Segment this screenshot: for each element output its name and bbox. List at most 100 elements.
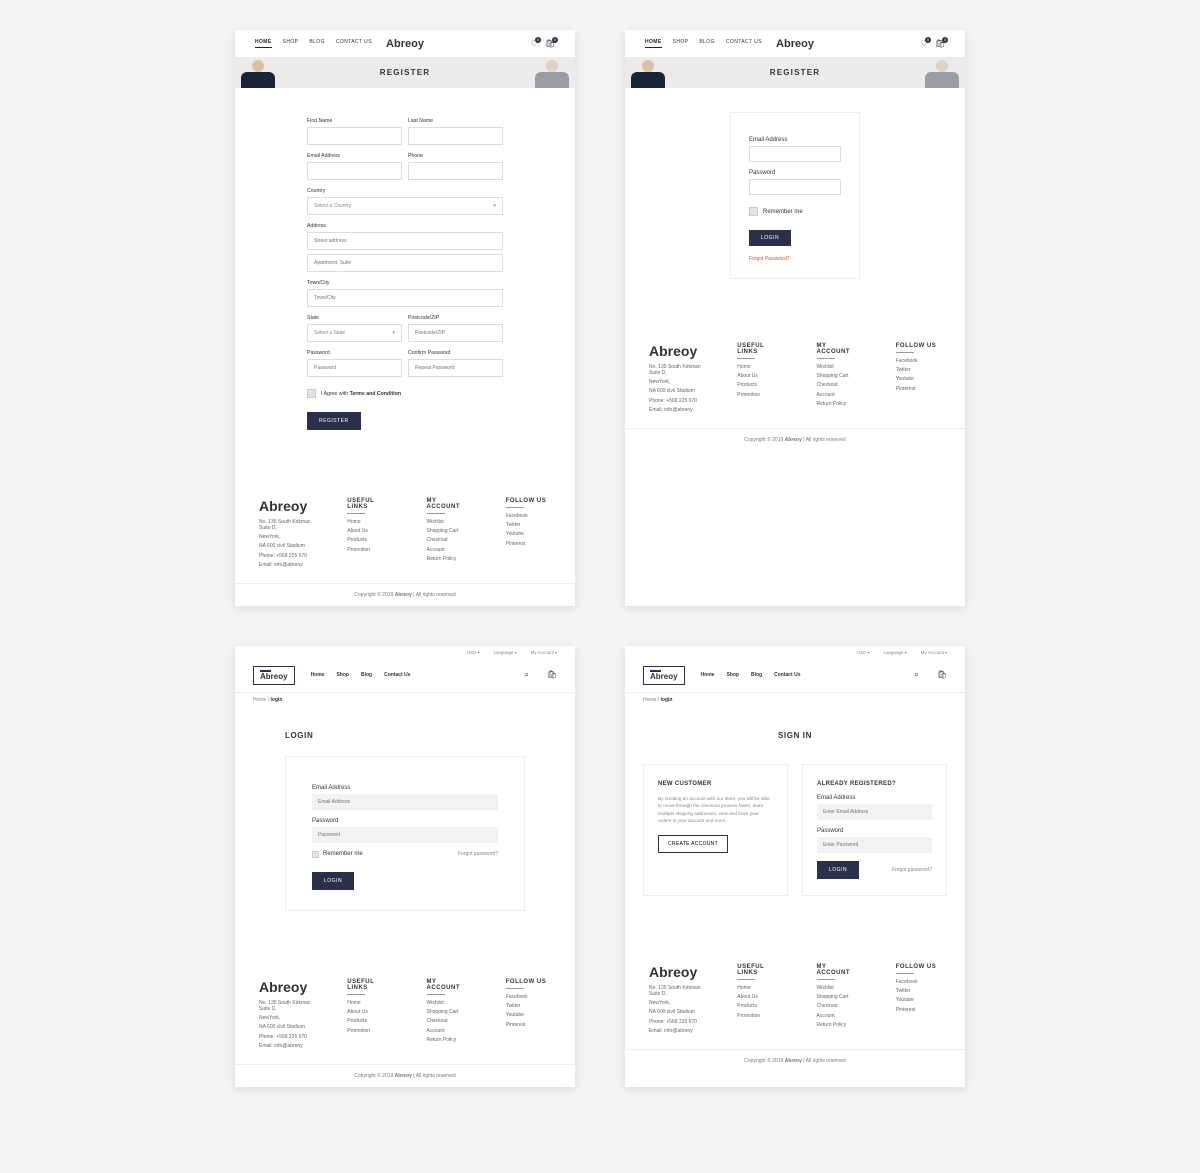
nav-shop[interactable]: SHOP: [673, 39, 689, 48]
nav-shop[interactable]: Shop: [726, 672, 739, 678]
footer-link[interactable]: Home: [737, 985, 782, 991]
footer-link[interactable]: Products: [347, 1018, 392, 1024]
footer-link[interactable]: About Us: [347, 1009, 392, 1015]
footer-link[interactable]: Wishlist: [817, 985, 862, 991]
footer-link[interactable]: Products: [347, 537, 392, 543]
apartment-input[interactable]: [307, 254, 503, 272]
brand-logo[interactable]: Abreoy: [386, 38, 424, 50]
search-icon[interactable]: ⌕: [524, 670, 528, 680]
footer-link[interactable]: Account: [427, 547, 472, 553]
footer-link[interactable]: Twitter: [506, 1003, 551, 1009]
password-input[interactable]: [817, 837, 932, 853]
footer-link[interactable]: Home: [347, 1000, 392, 1006]
nav-shop[interactable]: SHOP: [283, 39, 299, 48]
forgot-password-link[interactable]: Forgot Password?: [749, 256, 790, 262]
footer-link[interactable]: Return Policy: [817, 1022, 862, 1028]
password-input[interactable]: [312, 827, 498, 843]
terms-link[interactable]: Terms and Condition: [350, 391, 402, 397]
language-select[interactable]: Language: [493, 650, 516, 655]
footer-link[interactable]: Promotion: [347, 547, 392, 553]
email-input[interactable]: [817, 804, 932, 820]
footer-link[interactable]: Promotion: [737, 392, 782, 398]
footer-link[interactable]: Youtube: [506, 531, 551, 537]
email-input[interactable]: [307, 162, 402, 180]
footer-link[interactable]: Facebook: [506, 513, 551, 519]
footer-link[interactable]: About Us: [347, 528, 392, 534]
breadcrumb-home[interactable]: Home: [253, 697, 266, 703]
footer-link[interactable]: Promotion: [737, 1013, 782, 1019]
last-name-input[interactable]: [408, 127, 503, 145]
footer-link[interactable]: Youtube: [896, 376, 941, 382]
footer-link[interactable]: Home: [737, 364, 782, 370]
account-menu[interactable]: My Account: [921, 650, 947, 655]
currency-select[interactable]: USD: [467, 650, 480, 655]
nav-home[interactable]: HOME: [645, 39, 662, 48]
footer-link[interactable]: Checkout: [817, 382, 862, 388]
currency-select[interactable]: USD: [857, 650, 870, 655]
footer-link[interactable]: Wishlist: [817, 364, 862, 370]
footer-link[interactable]: Youtube: [506, 1012, 551, 1018]
nav-blog[interactable]: Blog: [361, 672, 372, 678]
footer-link[interactable]: Checkout: [427, 1018, 472, 1024]
footer-link[interactable]: Products: [737, 1003, 782, 1009]
brand-logo[interactable]: Abreoy: [253, 666, 295, 685]
footer-link[interactable]: Pinterest: [896, 386, 941, 392]
footer-link[interactable]: Twitter: [896, 367, 941, 373]
footer-link[interactable]: Promotion: [347, 1028, 392, 1034]
cart-icon[interactable]: 🛍: [937, 670, 947, 680]
wishlist-icon[interactable]: ♡0: [921, 39, 928, 48]
register-submit-button[interactable]: REGISTER: [307, 412, 361, 430]
search-icon[interactable]: ⌕: [914, 670, 918, 680]
nav-contact[interactable]: CONTACT US: [726, 39, 762, 48]
forgot-password-link[interactable]: Forgot password?: [892, 867, 932, 873]
footer-link[interactable]: Shopping Cart: [427, 1009, 472, 1015]
email-input[interactable]: [312, 794, 498, 810]
first-name-input[interactable]: [307, 127, 402, 145]
footer-link[interactable]: Shopping Cart: [427, 528, 472, 534]
brand-logo[interactable]: Abreoy: [776, 38, 814, 50]
footer-link[interactable]: Facebook: [896, 979, 941, 985]
create-account-button[interactable]: CREATE ACCOUNT: [658, 835, 728, 853]
state-select[interactable]: Select a State▾: [307, 324, 402, 342]
country-select[interactable]: Select a Country▾: [307, 197, 503, 215]
login-button[interactable]: LOGIN: [749, 230, 791, 246]
phone-input[interactable]: [408, 162, 503, 180]
footer-link[interactable]: Checkout: [817, 1003, 862, 1009]
town-input[interactable]: [307, 289, 503, 307]
login-button[interactable]: LOGIN: [817, 861, 859, 879]
footer-link[interactable]: Account: [427, 1028, 472, 1034]
nav-contact[interactable]: Contact Us: [384, 672, 410, 678]
password-input[interactable]: [307, 359, 402, 377]
nav-home[interactable]: Home: [311, 672, 325, 678]
footer-link[interactable]: Pinterest: [896, 1007, 941, 1013]
footer-link[interactable]: Products: [737, 382, 782, 388]
nav-home[interactable]: Home: [701, 672, 715, 678]
nav-blog[interactable]: BLOG: [699, 39, 715, 48]
cart-icon[interactable]: 🛍0: [545, 39, 555, 48]
language-select[interactable]: Language: [883, 650, 906, 655]
footer-link[interactable]: Wishlist: [427, 519, 472, 525]
nav-blog[interactable]: BLOG: [309, 39, 325, 48]
remember-checkbox[interactable]: [749, 207, 758, 216]
remember-checkbox[interactable]: [312, 851, 319, 858]
terms-checkbox[interactable]: [307, 389, 316, 398]
nav-shop[interactable]: Shop: [336, 672, 349, 678]
footer-link[interactable]: About Us: [737, 994, 782, 1000]
login-button[interactable]: LOGIN: [312, 872, 354, 890]
footer-link[interactable]: Pinterest: [506, 541, 551, 547]
password-input[interactable]: [749, 179, 841, 195]
footer-link[interactable]: About Us: [737, 373, 782, 379]
footer-link[interactable]: Pinterest: [506, 1022, 551, 1028]
street-input[interactable]: [307, 232, 503, 250]
footer-link[interactable]: Twitter: [506, 522, 551, 528]
nav-contact[interactable]: Contact Us: [774, 672, 800, 678]
footer-link[interactable]: Wishlist: [427, 1000, 472, 1006]
brand-logo[interactable]: Abreoy: [643, 666, 685, 685]
footer-link[interactable]: Return Policy: [427, 1037, 472, 1043]
footer-link[interactable]: Checkout: [427, 537, 472, 543]
footer-link[interactable]: Youtube: [896, 997, 941, 1003]
nav-home[interactable]: HOME: [255, 39, 272, 48]
footer-link[interactable]: Twitter: [896, 988, 941, 994]
footer-link[interactable]: Account: [817, 1013, 862, 1019]
cart-icon[interactable]: 🛍: [547, 670, 557, 680]
